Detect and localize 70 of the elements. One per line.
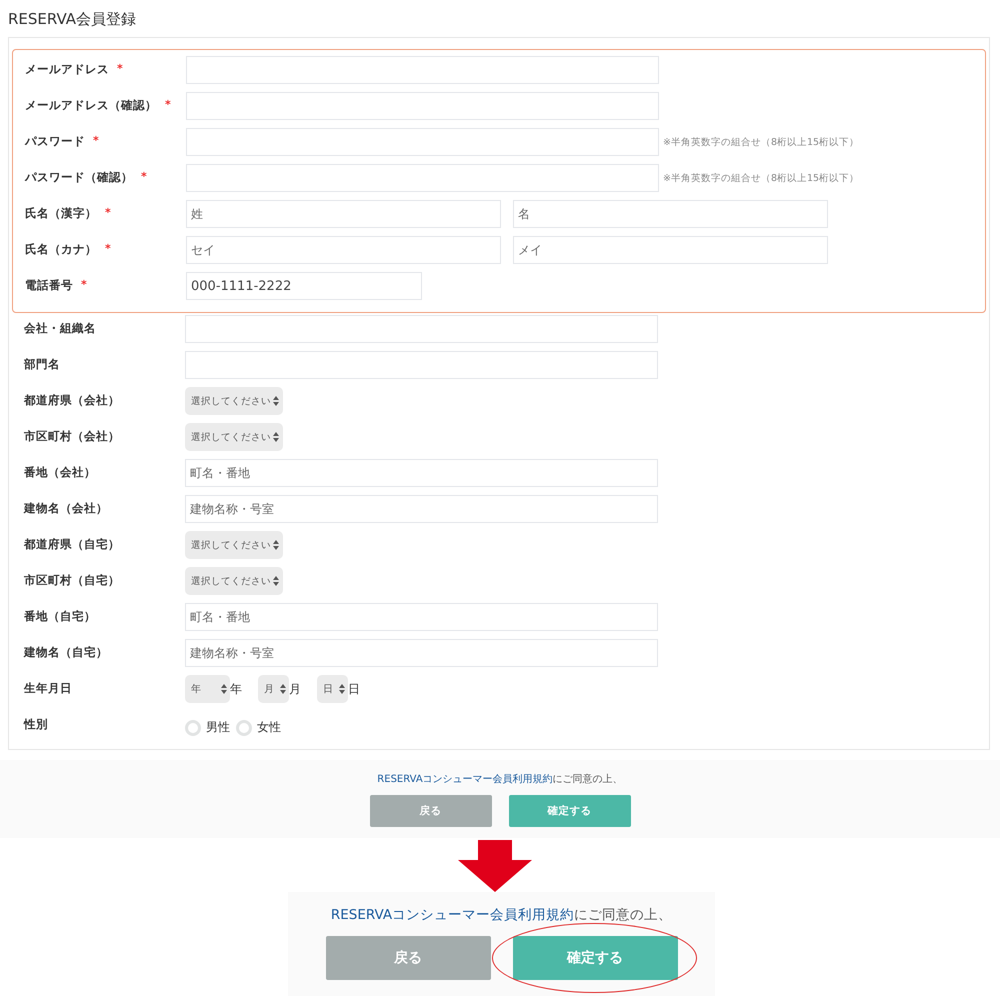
required-mark: * (105, 242, 111, 257)
radio-label: 男性 (206, 719, 230, 736)
field-label: 建物名（会社） (24, 501, 108, 516)
down-arrow-icon (458, 840, 532, 892)
select-field[interactable]: 選択してください (185, 567, 283, 595)
select-field[interactable]: 日 (317, 675, 348, 703)
field-hint: ※半角英数字の組合せ（8桁以上15桁以下） (663, 136, 860, 148)
field-label: 年 (230, 680, 242, 698)
field-label: 市区町村（会社） (24, 429, 120, 444)
required-mark: * (93, 134, 99, 149)
required-mark: * (141, 170, 147, 185)
field-label: 建物名（自宅） (24, 645, 108, 660)
sort-arrows-icon (273, 540, 279, 550)
select-field[interactable]: 選択してください (185, 423, 283, 451)
input-field[interactable] (185, 315, 658, 343)
sort-arrows-icon (280, 684, 286, 694)
sort-arrows-icon (273, 432, 279, 442)
field-label: 都道府県（自宅） (24, 537, 120, 552)
input-field[interactable] (185, 351, 658, 379)
field-label: 番地（会社） (24, 465, 96, 480)
input-field[interactable]: セイ (186, 236, 501, 264)
field-label: 氏名（漢字） (25, 206, 97, 221)
required-mark: * (117, 62, 123, 77)
field-label: メールアドレス (25, 62, 109, 77)
field-label: メールアドレス（確認） (25, 98, 157, 113)
required-mark: * (165, 98, 171, 113)
field-label: 市区町村（自宅） (24, 573, 120, 588)
field-label: パスワード（確認） (25, 170, 133, 185)
field-label: 都道府県（会社） (24, 393, 120, 408)
input-field[interactable]: 町名・番地 (185, 603, 658, 631)
terms-text: RESERVAコンシューマー会員利用規約にご同意の上、 (330, 906, 672, 924)
required-mark: * (81, 278, 87, 293)
terms-link[interactable]: RESERVAコンシューマー会員利用規約 (330, 907, 574, 923)
input-field[interactable] (186, 164, 659, 192)
radio-button[interactable] (236, 720, 252, 736)
input-field[interactable]: 000-1111-2222 (186, 272, 422, 300)
select-field[interactable]: 選択してください (185, 531, 283, 559)
select-field[interactable]: 年 (185, 675, 230, 703)
field-label: 月 (289, 680, 301, 698)
required-mark: * (105, 206, 111, 221)
page-title: RESERVA会員登録 (7, 9, 138, 30)
field-hint: ※半角英数字の組合せ（8桁以上15桁以下） (663, 172, 860, 184)
field-label: 性別 (24, 717, 48, 732)
input-field[interactable]: 町名・番地 (185, 459, 658, 487)
radio-button[interactable] (185, 720, 201, 736)
input-field[interactable]: 建物名称・号室 (185, 639, 658, 667)
terms-link[interactable]: RESERVAコンシューマー会員利用規約 (377, 774, 553, 785)
input-field[interactable]: 名 (513, 200, 828, 228)
field-label: 日 (348, 680, 360, 698)
field-label: 番地（自宅） (24, 609, 96, 624)
input-field[interactable]: 姓 (186, 200, 501, 228)
terms-text: RESERVAコンシューマー会員利用規約にご同意の上、 (377, 772, 623, 786)
radio-label: 女性 (257, 719, 281, 736)
input-field[interactable] (186, 56, 659, 84)
field-label: 部門名 (24, 357, 60, 372)
sort-arrows-icon (339, 684, 345, 694)
field-label: 電話番号 (25, 278, 73, 293)
sort-arrows-icon (221, 684, 227, 694)
select-field[interactable]: 月 (258, 675, 289, 703)
sort-arrows-icon (273, 576, 279, 586)
input-field[interactable]: 建物名称・号室 (185, 495, 658, 523)
input-field[interactable] (186, 92, 659, 120)
field-label: パスワード (25, 134, 85, 149)
field-label: 生年月日 (24, 681, 72, 696)
field-label: 会社・組織名 (24, 321, 96, 336)
field-label: 氏名（カナ） (25, 242, 97, 257)
select-field[interactable]: 選択してください (185, 387, 283, 415)
input-field[interactable]: メイ (513, 236, 828, 264)
sort-arrows-icon (273, 396, 279, 406)
input-field[interactable] (186, 128, 659, 156)
